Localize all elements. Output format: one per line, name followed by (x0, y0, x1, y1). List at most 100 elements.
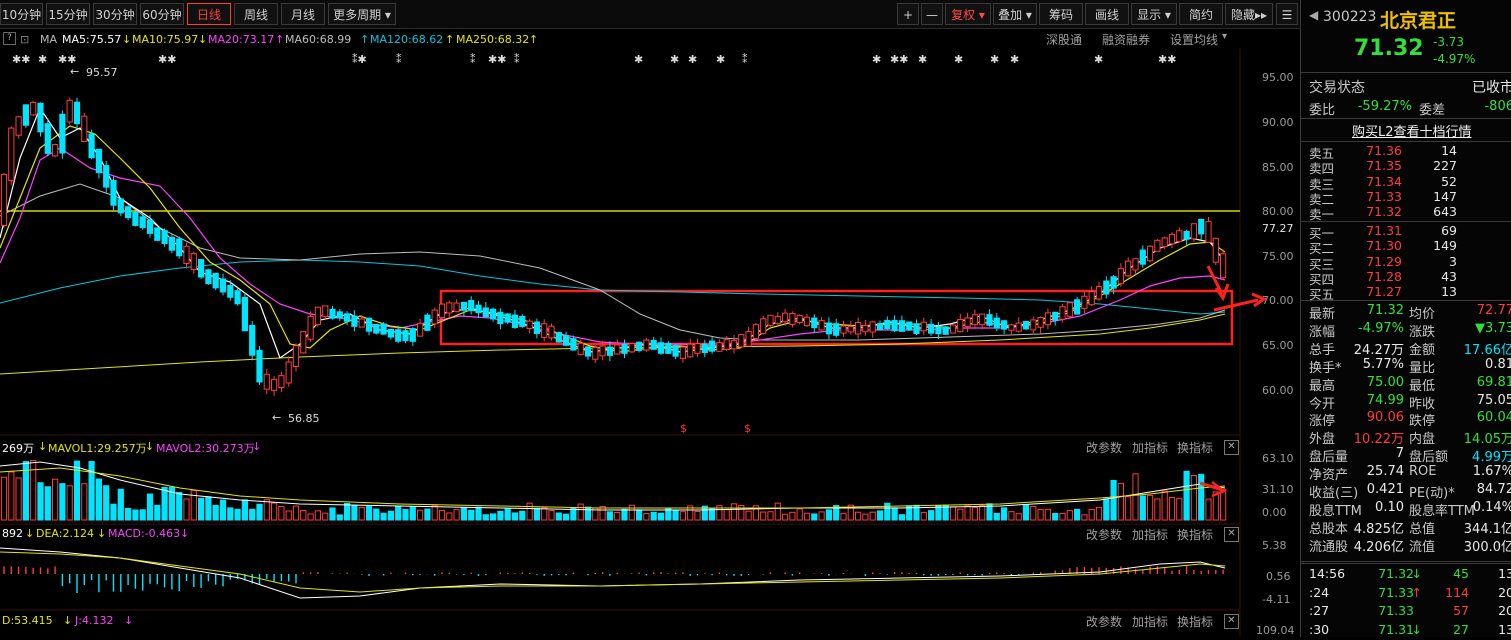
hide-button[interactable]: 隐藏▸▸ (1225, 3, 1273, 25)
candle-down (884, 319, 891, 330)
bid-row[interactable]: 买一 71.31 69 (1309, 223, 1511, 241)
svg-text:✱: ✱ (1094, 53, 1103, 66)
tick-row: 14:56 71.32 ↓ 45 13 (1309, 566, 1511, 584)
volume-bar (862, 513, 869, 521)
add-indicator-link[interactable]: 加指标 (1132, 439, 1168, 456)
bid-row[interactable]: 买四 71.28 43 (1309, 269, 1511, 287)
kline-chart[interactable]: ✱✱ ✱ ✱✱ ✱✱ ⁑✱ ⁑ ⁑ ✱✱ ⁑ ✱ ✱ ✱ ✱ ⁑ ✱ ✱✱ ✱ ✱ ✱ ✱ ✱ ✱✱ ← 9… (0, 48, 1300, 637)
candle-up (869, 321, 876, 333)
ask-row[interactable]: 卖三 71.34 52 (1309, 174, 1511, 192)
candle-up (723, 339, 730, 350)
volume-bar (679, 511, 686, 521)
change-params-link[interactable]: 改参数 (1086, 526, 1122, 543)
stat-row: 流通股 4.206亿 流值 300.0亿 (1309, 536, 1511, 555)
volume-bar (1044, 508, 1052, 521)
ma-settings-link[interactable]: 设置均线 (1170, 31, 1218, 48)
volume-bar (840, 512, 847, 521)
volume-bar (745, 510, 752, 521)
stat-value: 0.14% (1472, 499, 1511, 515)
candle-up (1037, 317, 1044, 328)
fuquan-dropdown[interactable]: 复权 ▾ (945, 3, 991, 25)
bid-volume: 13 (1441, 284, 1457, 300)
period-weekly[interactable]: 周线 (234, 3, 278, 25)
switch-indicator-link[interactable]: 换指标 (1177, 526, 1213, 543)
stat-value: 69.81 (1476, 374, 1511, 390)
volume-bar (490, 513, 497, 521)
candle-down (570, 338, 577, 351)
volume-bar (1088, 509, 1095, 521)
volume-bar (117, 488, 124, 521)
zoom-out-button[interactable]: — (921, 3, 943, 25)
prev-stock-icon[interactable]: ◀ (1309, 8, 1318, 22)
svg-text:✱: ✱ (990, 53, 999, 66)
simple-mode-button[interactable]: 简约 (1179, 3, 1223, 25)
tick-row: :27 71.33 57 20 (1309, 603, 1511, 621)
dif-value: 892 (2, 527, 23, 540)
display-dropdown[interactable]: 显示 ▾ (1131, 3, 1177, 25)
volume-bar (599, 506, 606, 521)
period-60min[interactable]: 60分钟 (140, 3, 184, 25)
draw-line-button[interactable]: 画线 (1085, 3, 1129, 25)
volume-bar (475, 506, 482, 521)
svg-text:✱: ✱ (1010, 53, 1019, 66)
svg-text:←: ← (70, 65, 79, 78)
bid-row[interactable]: 买五 71.27 13 (1309, 284, 1511, 302)
zoom-in-button[interactable]: + (897, 3, 919, 25)
ask-row[interactable]: 卖一 71.32 643 (1309, 204, 1511, 222)
add-indicator-link[interactable]: 加指标 (1132, 526, 1168, 543)
lock-icon[interactable]: ⊡ (20, 33, 29, 46)
change-params-link[interactable]: 改参数 (1086, 613, 1122, 630)
tick-count: 13 (1498, 566, 1511, 581)
tick-volume: 27 (1453, 621, 1469, 637)
ask-row[interactable]: 卖五 71.36 14 (1309, 143, 1511, 161)
volume-bar (541, 507, 548, 521)
shenguton-link[interactable]: 深股通 (1046, 31, 1082, 48)
stat-label: 股息率TTM (1409, 503, 1475, 519)
volume-bar (387, 510, 394, 521)
add-indicator-link[interactable]: 加指标 (1132, 613, 1168, 630)
arrow-down-icon: ↓ (25, 527, 35, 540)
volume-bar (555, 512, 562, 521)
margin-trading-link[interactable]: 融资融券 (1102, 31, 1150, 48)
volume-bar (928, 510, 935, 521)
period-15min[interactable]: 15分钟 (46, 3, 90, 25)
buy-l2-link[interactable]: 购买L2查看十档行情 (1352, 121, 1472, 140)
help-icon[interactable]: ? (3, 32, 16, 45)
chip-distribution-button[interactable]: 筹码 (1039, 3, 1083, 25)
candle-up (730, 340, 738, 350)
price-change: -3.73 (1433, 35, 1465, 49)
stat-row: 今开 74.99 昨收 75.05 (1309, 393, 1511, 412)
candle-up (745, 331, 752, 347)
stat-row: 涨幅 -4.97% 涨跌 ▼3.73 (1309, 321, 1511, 340)
period-10min[interactable]: 10分钟 (0, 3, 43, 25)
svg-text:⁑: ⁑ (470, 53, 476, 66)
candle-up (314, 306, 321, 326)
close-icon[interactable]: ✕ (1224, 527, 1239, 542)
candle-down (1139, 249, 1146, 265)
more-periods-dropdown[interactable]: 更多周期 ▾ (328, 3, 396, 25)
switch-indicator-link[interactable]: 换指标 (1177, 613, 1213, 630)
stat-label: 盘后额 (1409, 450, 1449, 466)
bid-row[interactable]: 买二 71.30 149 (1309, 238, 1511, 256)
candle-down (336, 311, 343, 319)
overlay-dropdown[interactable]: 叠加 ▾ (993, 3, 1037, 25)
sidebar-toggle-icon[interactable]: ☰ (1276, 3, 1298, 25)
candle-down (380, 323, 387, 335)
ask-row[interactable]: 卖二 71.33 147 (1309, 189, 1511, 207)
stock-name: 北京君正 (1380, 10, 1457, 32)
switch-indicator-link[interactable]: 换指标 (1177, 439, 1213, 456)
volume-bar (614, 511, 621, 521)
period-30min[interactable]: 30分钟 (93, 3, 137, 25)
close-icon[interactable]: ✕ (1224, 614, 1239, 629)
chevron-down-icon[interactable]: ▾ (1222, 31, 1227, 42)
ask-row[interactable]: 卖四 71.35 227 (1309, 158, 1511, 176)
candle-up (1088, 291, 1095, 306)
period-daily[interactable]: 日线 (187, 3, 231, 25)
volume-bar (957, 508, 964, 521)
bid-row[interactable]: 买三 71.29 3 (1309, 254, 1511, 272)
candle-up (1066, 302, 1073, 317)
volume-bar (1183, 470, 1190, 521)
close-icon[interactable]: ✕ (1224, 440, 1239, 455)
period-monthly[interactable]: 月线 (281, 3, 325, 25)
change-params-link[interactable]: 改参数 (1086, 439, 1122, 456)
